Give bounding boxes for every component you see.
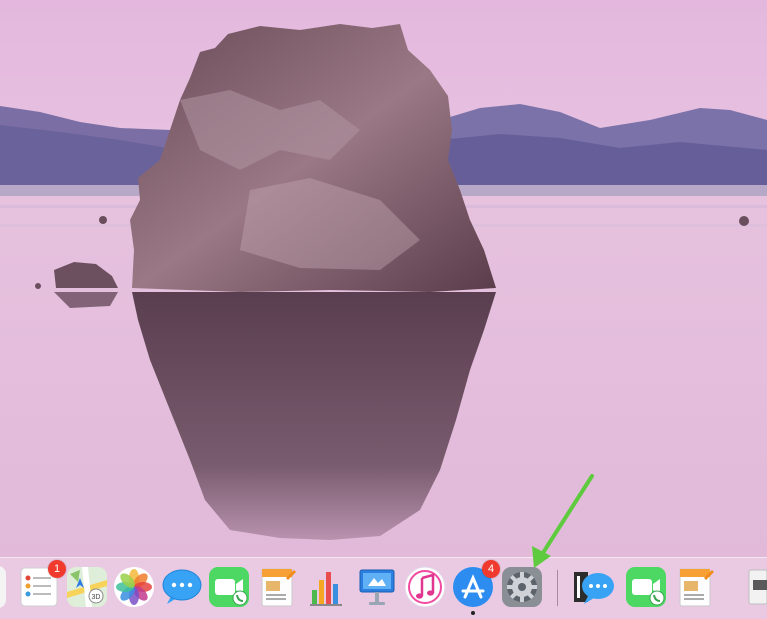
dock: 1 3D 4 [0,557,767,619]
keynote-icon [359,569,395,605]
dock-item-numbers[interactable] [305,566,347,608]
dock-item-downloads-stack[interactable] [743,566,767,608]
dock-item-pages[interactable] [256,566,298,608]
desktop-wallpaper [0,0,767,558]
dock-separator [557,570,558,606]
dock-item-finder[interactable] [0,566,6,608]
dock-item-messages-recent[interactable] [574,566,616,608]
dock-item-photos[interactable] [113,566,155,608]
dock-item-messages[interactable] [161,566,203,608]
facetime-icon [626,567,666,607]
dock-item-pages-recent[interactable] [674,566,716,608]
facetime-icon [209,567,249,607]
dock-item-itunes[interactable] [404,566,446,608]
reminders-badge: 1 [48,560,66,578]
dock-item-app-store[interactable]: 4 [452,560,500,608]
running-indicator [471,611,475,615]
svg-text:3D: 3D [92,594,101,601]
dock-item-facetime[interactable] [208,566,250,608]
numbers-icon [310,572,342,606]
gear-icon [502,567,542,607]
messages-icon [574,572,614,604]
dock-item-system-preferences[interactable] [501,566,543,608]
itunes-icon [404,566,446,608]
app-store-badge: 4 [482,560,500,578]
messages-icon [162,569,202,604]
photos-icon [114,567,154,607]
maps-icon: 3D [67,567,107,607]
dock-item-facetime-recent[interactable] [625,566,667,608]
pages-icon [261,568,296,607]
pages-icon [679,568,714,607]
folder-stack-icon [748,569,767,605]
finder-icon [0,566,6,608]
dock-item-maps[interactable]: 3D [66,566,108,608]
dock-item-keynote[interactable] [356,566,398,608]
dock-item-reminders[interactable]: 1 [18,560,66,608]
